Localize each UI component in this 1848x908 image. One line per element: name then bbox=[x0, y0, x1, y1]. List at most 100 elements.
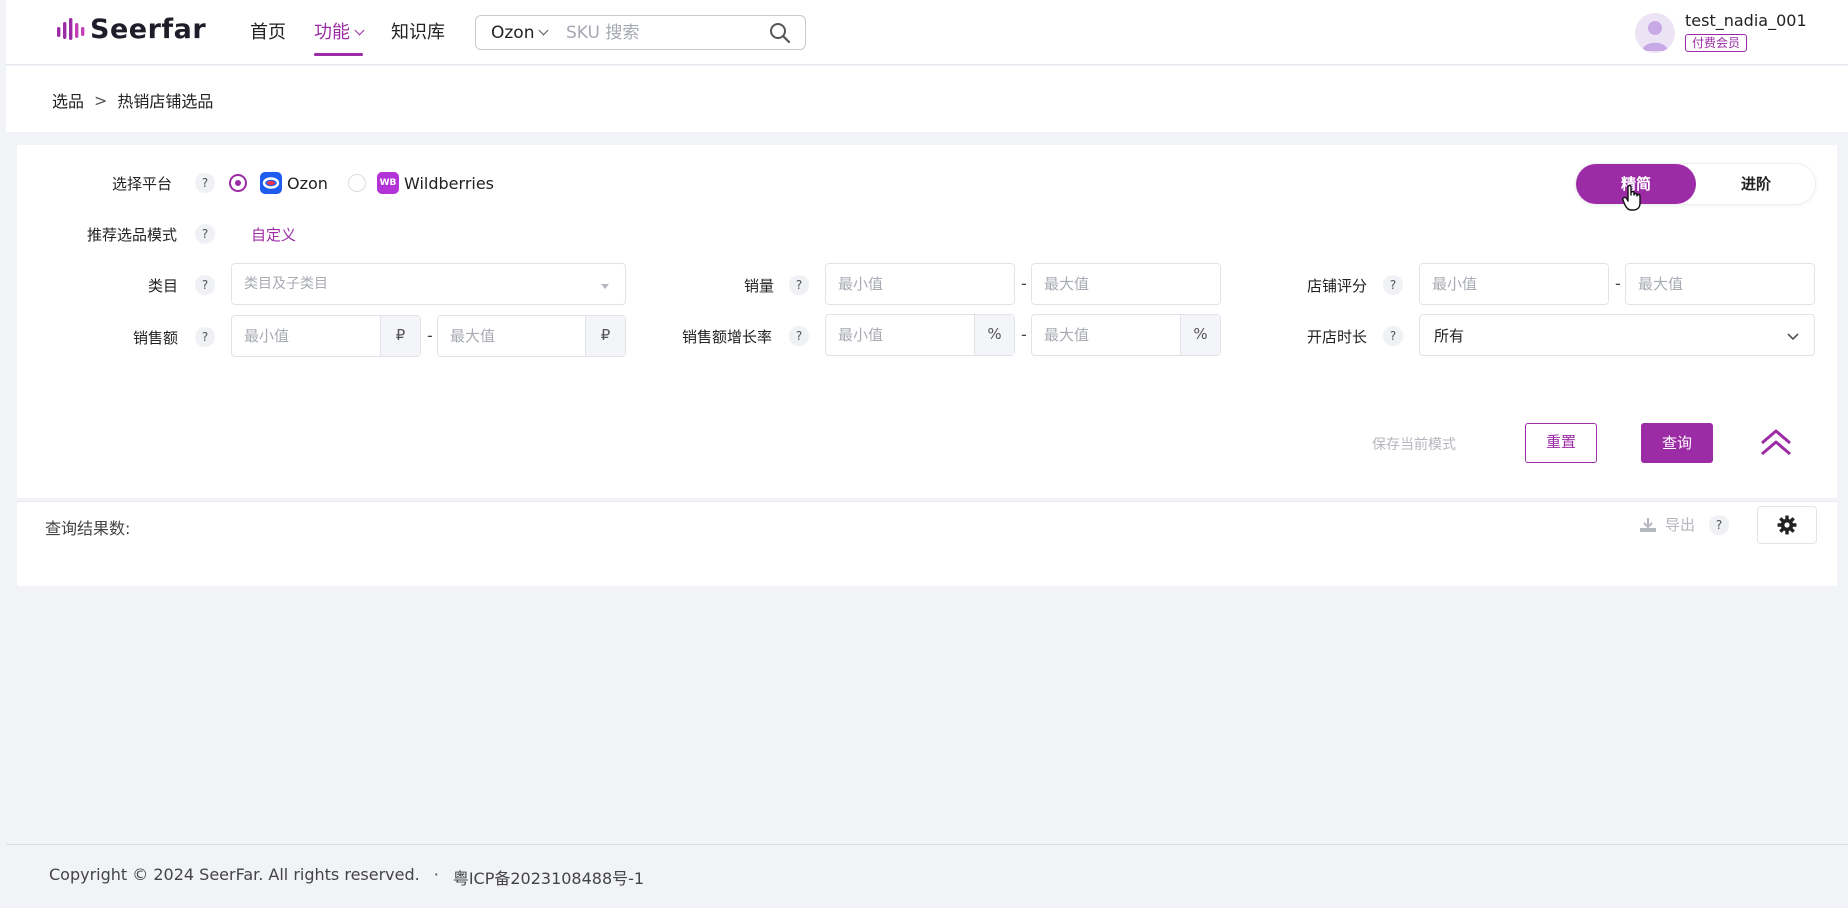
sales-volume-min-input[interactable] bbox=[826, 264, 1014, 304]
platform-radio-ozon[interactable] bbox=[229, 174, 247, 192]
nav-item-label: 知识库 bbox=[391, 22, 445, 43]
logo-text: Seerfar bbox=[90, 14, 207, 45]
reset-button[interactable]: 重置 bbox=[1525, 423, 1597, 463]
export-help-icon[interactable]: ? bbox=[1709, 514, 1730, 535]
growth-rate-min-field[interactable]: % bbox=[825, 314, 1015, 356]
main-nav: 首页 功能 知识库 bbox=[250, 0, 473, 65]
category-select[interactable] bbox=[231, 263, 626, 305]
percent-unit: % bbox=[1180, 315, 1220, 355]
breadcrumb-separator: > bbox=[94, 90, 108, 110]
member-badge: 付费会员 bbox=[1685, 34, 1748, 52]
nav-item-label: 首页 bbox=[250, 22, 286, 43]
copyright-text: Copyright © 2024 SeerFar. All rights res… bbox=[49, 865, 420, 884]
avatar[interactable] bbox=[1635, 13, 1675, 53]
mode-custom-link[interactable]: 自定义 bbox=[251, 224, 296, 245]
breadcrumb: 选品 > 热销店铺选品 bbox=[52, 88, 213, 112]
category-label: 类目 bbox=[148, 277, 179, 295]
sales-amount-help-icon[interactable]: ? bbox=[195, 327, 215, 347]
user-avatar-icon bbox=[1642, 21, 1668, 51]
platform-label: 选择平台 bbox=[112, 175, 173, 193]
sales-amount-label: 销售额 bbox=[133, 329, 179, 347]
range-separator: - bbox=[427, 326, 433, 345]
shop-age-select[interactable]: 所有 bbox=[1419, 314, 1815, 356]
category-input[interactable] bbox=[232, 264, 625, 304]
hand-cursor-icon bbox=[1622, 184, 1644, 216]
shop-rating-max-field[interactable] bbox=[1625, 263, 1815, 305]
nav-item-label: 功能 bbox=[314, 22, 350, 43]
mode-toggle: 精简 进阶 bbox=[1575, 163, 1816, 205]
platform-help-icon[interactable]: ? bbox=[195, 173, 215, 193]
app-frame: Seerfar 首页 功能 知识库 Ozon SKU 搜索 test_nadia… bbox=[6, 0, 1848, 908]
caret-down-icon bbox=[599, 278, 611, 296]
shop-rating-help-icon[interactable]: ? bbox=[1383, 275, 1403, 295]
percent-unit: % bbox=[974, 315, 1014, 355]
export-label: 导出 bbox=[1665, 516, 1696, 534]
shop-rating-min-input[interactable] bbox=[1420, 264, 1608, 304]
search-icon[interactable] bbox=[769, 22, 791, 48]
mode-help-icon[interactable]: ? bbox=[195, 224, 215, 244]
ozon-logo-icon bbox=[260, 172, 282, 194]
sales-volume-label: 销量 bbox=[744, 277, 775, 295]
user-info: test_nadia_001 付费会员 bbox=[1685, 11, 1807, 52]
platform-radio-wildberries[interactable] bbox=[348, 174, 366, 192]
shop-rating-min-field[interactable] bbox=[1419, 263, 1609, 305]
save-mode-button[interactable]: 保存当前模式 bbox=[1372, 434, 1456, 454]
export-button[interactable]: 导出 ? bbox=[1639, 514, 1730, 535]
nav-item-features[interactable]: 功能 bbox=[314, 0, 365, 65]
platform-ozon-label[interactable]: Ozon bbox=[287, 174, 328, 193]
filter-panel: 选择平台 ? Ozon WB Wildberries 精简 进阶 推荐选品模式 … bbox=[17, 145, 1837, 498]
sales-volume-max-field[interactable] bbox=[1031, 263, 1221, 305]
logo-bars-icon bbox=[57, 17, 85, 40]
growth-rate-max-field[interactable]: % bbox=[1031, 314, 1221, 356]
category-help-icon[interactable]: ? bbox=[195, 275, 215, 295]
sales-amount-min-field[interactable]: ₽ bbox=[231, 315, 421, 357]
sales-volume-max-input[interactable] bbox=[1032, 264, 1220, 304]
sales-amount-max-field[interactable]: ₽ bbox=[437, 315, 626, 357]
breadcrumb-parent[interactable]: 选品 bbox=[52, 88, 84, 112]
footer-text: Copyright © 2024 SeerFar. All rights res… bbox=[49, 865, 644, 889]
query-button[interactable]: 查询 bbox=[1641, 423, 1713, 463]
sales-volume-min-field[interactable] bbox=[825, 263, 1015, 305]
toggle-advanced-button[interactable]: 进阶 bbox=[1696, 164, 1816, 204]
seerfar-logo[interactable]: Seerfar bbox=[56, 14, 206, 45]
shop-age-help-icon[interactable]: ? bbox=[1383, 326, 1403, 346]
range-separator: - bbox=[1615, 274, 1621, 293]
ruble-unit: ₽ bbox=[585, 316, 625, 356]
breadcrumb-bar: 选品 > 热销店铺选品 bbox=[6, 66, 1848, 132]
results-bar: 查询结果数: 导出 ? bbox=[17, 501, 1837, 586]
footer-separator: · bbox=[433, 865, 439, 884]
chevron-down-icon bbox=[539, 25, 549, 35]
ruble-unit: ₽ bbox=[380, 316, 420, 356]
range-separator: - bbox=[1021, 325, 1027, 344]
collapse-chevron-icon[interactable] bbox=[1758, 427, 1794, 461]
top-header: Seerfar 首页 功能 知识库 Ozon SKU 搜索 test_nadia… bbox=[6, 0, 1848, 65]
search-platform-select[interactable]: Ozon bbox=[476, 23, 566, 43]
wildberries-logo-icon: WB bbox=[377, 172, 399, 194]
chevron-down-icon bbox=[354, 25, 365, 35]
chevron-down-icon bbox=[1786, 329, 1800, 347]
nav-item-home[interactable]: 首页 bbox=[250, 0, 286, 65]
mode-label: 推荐选品模式 bbox=[87, 226, 178, 244]
growth-rate-help-icon[interactable]: ? bbox=[789, 326, 809, 346]
sales-volume-help-icon[interactable]: ? bbox=[789, 275, 809, 295]
footer: Copyright © 2024 SeerFar. All rights res… bbox=[6, 844, 1848, 908]
results-count-label: 查询结果数: bbox=[45, 519, 131, 538]
download-icon bbox=[1640, 517, 1656, 532]
platform-wildberries-label[interactable]: Wildberries bbox=[404, 174, 494, 193]
shop-age-value: 所有 bbox=[1434, 326, 1465, 345]
sku-search-bar: Ozon bbox=[475, 15, 806, 50]
shop-age-label: 开店时长 bbox=[1307, 328, 1368, 346]
sku-search-input[interactable] bbox=[566, 22, 756, 43]
breadcrumb-current: 热销店铺选品 bbox=[117, 92, 214, 111]
growth-rate-label: 销售额增长率 bbox=[682, 328, 773, 346]
search-platform-value: Ozon bbox=[491, 22, 535, 43]
username: test_nadia_001 bbox=[1685, 11, 1807, 30]
user-menu[interactable]: test_nadia_001 付费会员 bbox=[1635, 11, 1807, 53]
shop-rating-label: 店铺评分 bbox=[1307, 277, 1368, 295]
gear-icon bbox=[1777, 515, 1797, 535]
icp-link[interactable]: 粤ICP备2023108488号-1 bbox=[453, 865, 644, 889]
settings-button[interactable] bbox=[1757, 506, 1817, 544]
range-separator: - bbox=[1021, 274, 1027, 293]
shop-rating-max-input[interactable] bbox=[1626, 264, 1814, 304]
nav-item-knowledge-base[interactable]: 知识库 bbox=[391, 0, 445, 65]
